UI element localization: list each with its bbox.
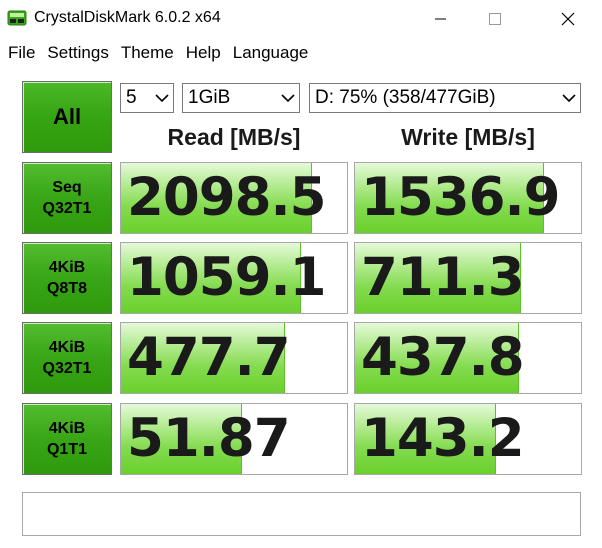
menu-file[interactable]: File — [4, 39, 39, 67]
drive-value: D: 75% (358/477GiB) — [315, 87, 496, 108]
test-label-line2: Q32T1 — [42, 200, 92, 217]
write-result-value: 437.8 — [361, 327, 525, 388]
window-title: CrystalDiskMark 6.0.2 x64 — [34, 9, 221, 26]
test-button-4kib-q1t1[interactable]: 4KiB Q1T1 — [22, 403, 112, 475]
drive-select[interactable]: D: 75% (358/477GiB) — [309, 83, 581, 113]
read-result-value: 477.7 — [127, 327, 291, 388]
minimize-icon — [435, 18, 446, 20]
chevron-down-icon — [558, 84, 580, 112]
maximize-button[interactable] — [472, 0, 518, 38]
write-header: Write [MB/s] — [401, 124, 535, 150]
read-header: Read [MB/s] — [167, 124, 301, 150]
read-result-value: 2098.5 — [127, 167, 327, 228]
chevron-down-icon — [151, 84, 173, 112]
test-size-select[interactable]: 1GiB — [182, 83, 300, 113]
test-label-line2: Q1T1 — [46, 441, 87, 458]
menu-help[interactable]: Help — [182, 39, 225, 67]
comment-field[interactable] — [22, 492, 581, 536]
test-label-line1: Seq — [52, 179, 82, 196]
test-label-line1: 4KiB — [48, 420, 86, 437]
menu-language[interactable]: Language — [229, 39, 313, 67]
test-button-4kib-q8t8[interactable]: 4KiB Q8T8 — [22, 242, 112, 314]
test-label-line1: 4KiB — [48, 339, 86, 356]
test-label-line1: 4KiB — [48, 259, 86, 276]
read-result-value: 51.87 — [127, 408, 291, 469]
test-button-4kib-q32t1[interactable]: 4KiB Q32T1 — [22, 322, 112, 394]
chevron-down-icon — [277, 84, 299, 112]
title-bar: CrystalDiskMark 6.0.2 x64 — [0, 0, 602, 38]
read-result-value: 1059.1 — [127, 247, 327, 308]
maximize-icon — [489, 13, 501, 25]
write-result-box: 711.3 — [354, 242, 582, 314]
crystaldiskmark-app-icon — [7, 10, 27, 26]
menu-bar: File Settings Theme Help Language — [0, 39, 602, 67]
test-label-line2: Q32T1 — [42, 360, 92, 377]
test-count-select[interactable]: 5 — [120, 83, 174, 113]
read-result-box: 51.87 — [120, 403, 348, 475]
read-result-box: 1059.1 — [120, 242, 348, 314]
test-button-seq-q32t1[interactable]: Seq Q32T1 — [22, 162, 112, 234]
test-size-value: 1GiB — [188, 87, 231, 108]
close-icon — [561, 12, 575, 26]
test-count-value: 5 — [126, 87, 137, 108]
write-result-value: 711.3 — [361, 247, 525, 308]
write-result-box: 437.8 — [354, 322, 582, 394]
read-result-box: 477.7 — [120, 322, 348, 394]
test-label-line2: Q8T8 — [46, 280, 87, 297]
write-result-value: 1536.9 — [361, 167, 561, 228]
menu-settings[interactable]: Settings — [43, 39, 112, 67]
write-result-box: 143.2 — [354, 403, 582, 475]
minimize-button[interactable] — [418, 0, 464, 38]
write-result-value: 143.2 — [361, 408, 525, 469]
all-button[interactable]: All — [22, 81, 112, 153]
close-button[interactable] — [545, 0, 591, 38]
menu-theme[interactable]: Theme — [117, 39, 178, 67]
write-result-box: 1536.9 — [354, 162, 582, 234]
read-result-box: 2098.5 — [120, 162, 348, 234]
